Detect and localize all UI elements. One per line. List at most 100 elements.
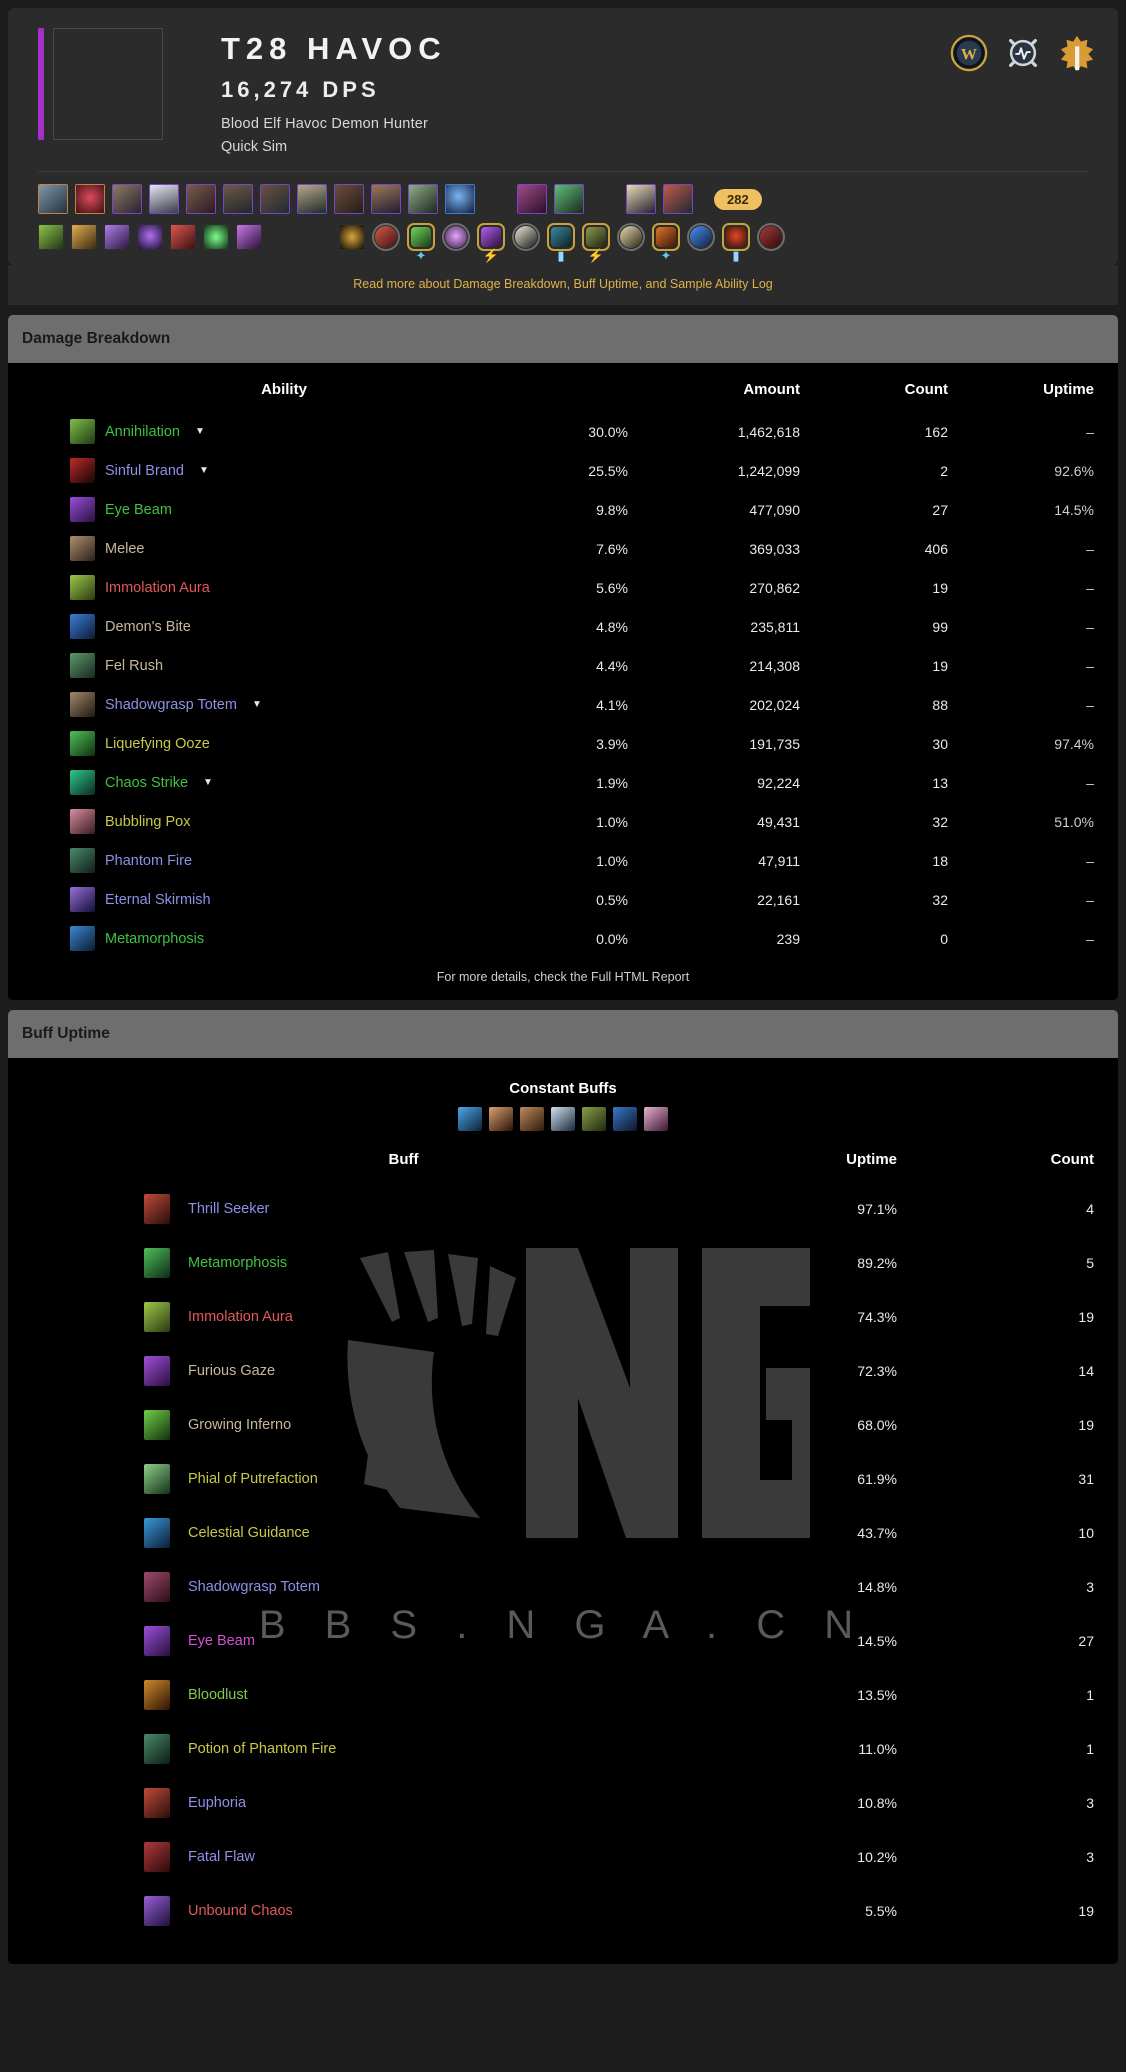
buff-header-uptime[interactable]: Uptime [703,1133,943,1182]
buff-icon[interactable] [144,1248,170,1279]
ability-name[interactable]: Phantom Fire [105,853,192,869]
mark-of-the-wild-icon[interactable] [582,1107,606,1132]
gear-slot-3[interactable] [149,184,179,215]
power-word-fortitude-icon[interactable] [551,1107,575,1132]
buff-name[interactable]: Immolation Aura [188,1309,293,1325]
trinket-slot-1[interactable] [554,184,584,215]
gear-slot-4[interactable] [186,184,216,215]
buff-icon[interactable] [144,1788,170,1819]
buff-icon[interactable] [144,1464,170,1495]
buff-name[interactable]: Growing Inferno [188,1417,291,1433]
skyfury-totem-buff-icon[interactable] [512,223,540,251]
battle-shout-buff-icon[interactable] [372,223,400,251]
ability-name[interactable]: Fel Rush [105,658,163,674]
ability-icon[interactable] [70,497,95,523]
ability-icon[interactable] [70,731,95,757]
gear-slot-0[interactable] [38,184,68,215]
bloodlust-buff-icon[interactable]: ✦ [652,223,680,262]
windfury-buff-icon[interactable] [687,223,715,251]
buff-icon[interactable] [144,1734,170,1765]
soulbind-icon[interactable] [236,224,262,251]
arcane-intellect-buff-icon[interactable]: ⚡ [477,223,505,262]
weapon-slot-0[interactable] [626,184,656,215]
ability-icon[interactable] [70,809,95,835]
buff-name[interactable]: Unbound Chaos [188,1903,293,1919]
buff-name[interactable]: Eye Beam [188,1633,255,1649]
gear-slot-6[interactable] [260,184,290,215]
ability-icon[interactable] [70,614,95,640]
buff-name[interactable]: Phial of Putrefaction [188,1471,318,1487]
skyfury-icon[interactable] [613,1107,637,1132]
gear-slot-2[interactable] [112,184,142,215]
buff-header-buff[interactable]: Buff [104,1133,703,1182]
food-consumable-icon[interactable] [71,224,97,251]
ability-name[interactable]: Bubbling Pox [105,814,190,830]
buff-icon[interactable] [144,1842,170,1873]
ability-name[interactable]: Metamorphosis [105,931,204,947]
weapon-oil-icon[interactable] [170,224,196,251]
ability-name[interactable]: Eye Beam [105,502,172,518]
emerald-gem-icon[interactable] [203,224,229,251]
ability-icon[interactable] [70,653,95,679]
chevron-down-icon[interactable]: ▼ [195,426,205,437]
damage-header-uptime[interactable]: Uptime [968,363,1118,412]
ability-icon[interactable] [70,926,95,952]
ability-name[interactable]: Immolation Aura [105,580,210,596]
damage-table-footer[interactable]: For more details, check the Full HTML Re… [8,958,1118,1001]
ability-icon[interactable] [70,458,95,484]
weapon-slot-1[interactable] [663,184,693,215]
ability-name[interactable]: Chaos Strike [105,775,188,791]
gear-slot-1[interactable] [75,184,105,215]
flask-consumable-icon[interactable] [38,224,64,251]
buff-name[interactable]: Celestial Guidance [188,1525,310,1541]
buff-header-count[interactable]: Count [943,1133,1118,1182]
damage-header-ability[interactable]: Ability [70,363,498,412]
ability-icon[interactable] [70,536,95,562]
buff-icon[interactable] [144,1680,170,1711]
buff-name[interactable]: Fatal Flaw [188,1849,255,1865]
gear-slot-8[interactable] [334,184,364,215]
gear-slot-5[interactable] [223,184,253,215]
buff-name[interactable]: Potion of Phantom Fire [188,1741,336,1757]
ability-name[interactable]: Liquefying Ooze [105,736,210,752]
buff-icon[interactable] [144,1194,170,1225]
mark-of-the-wild-buff-icon[interactable]: ✦ [407,223,435,262]
flask-buff-icon[interactable] [644,1107,668,1132]
buff-name[interactable]: Metamorphosis [188,1255,287,1271]
gear-slot-10[interactable] [408,184,438,215]
battle-shout-icon[interactable] [489,1107,513,1132]
buff-icon[interactable] [144,1356,170,1387]
gear-slot-7[interactable] [297,184,327,215]
chevron-down-icon[interactable]: ▼ [203,777,213,788]
buff-icon[interactable] [144,1518,170,1549]
buff-icon[interactable] [144,1302,170,1333]
damage-header-amount[interactable]: Amount [628,363,818,412]
ability-name[interactable]: Annihilation [105,424,180,440]
raidbots-icon[interactable] [1004,34,1042,72]
chevron-down-icon[interactable]: ▼ [252,699,262,710]
ability-name[interactable]: Melee [105,541,145,557]
read-more-link[interactable]: Read more about Damage Breakdown, Buff U… [353,277,772,291]
buff-icon[interactable] [144,1626,170,1657]
buff-icon[interactable] [144,1572,170,1603]
ability-icon[interactable] [70,770,95,796]
buff-name[interactable]: Euphoria [188,1795,246,1811]
bleed-debuff-icon[interactable] [617,223,645,251]
wowhead-icon[interactable] [1058,34,1096,72]
ability-icon[interactable] [70,575,95,601]
buff-name[interactable]: Bloodlust [188,1687,248,1703]
ability-icon[interactable] [70,692,95,718]
ability-icon[interactable] [70,848,95,874]
buff-icon[interactable] [144,1410,170,1441]
gear-slot-9[interactable] [371,184,401,215]
buff-name[interactable]: Furious Gaze [188,1363,275,1379]
power-word-fortitude-buff-icon[interactable] [442,223,470,251]
buff-name[interactable]: Shadowgrasp Totem [188,1579,320,1595]
food-buff-icon[interactable] [520,1107,544,1132]
gear-slot-11[interactable] [445,184,475,215]
rune-consumable-icon[interactable] [104,224,130,251]
ability-name[interactable]: Eternal Skirmish [105,892,211,908]
hunters-mark-debuff-icon[interactable] [757,223,785,251]
potion-consumable-icon[interactable] [137,224,163,251]
chevron-down-icon[interactable]: ▼ [199,465,209,476]
